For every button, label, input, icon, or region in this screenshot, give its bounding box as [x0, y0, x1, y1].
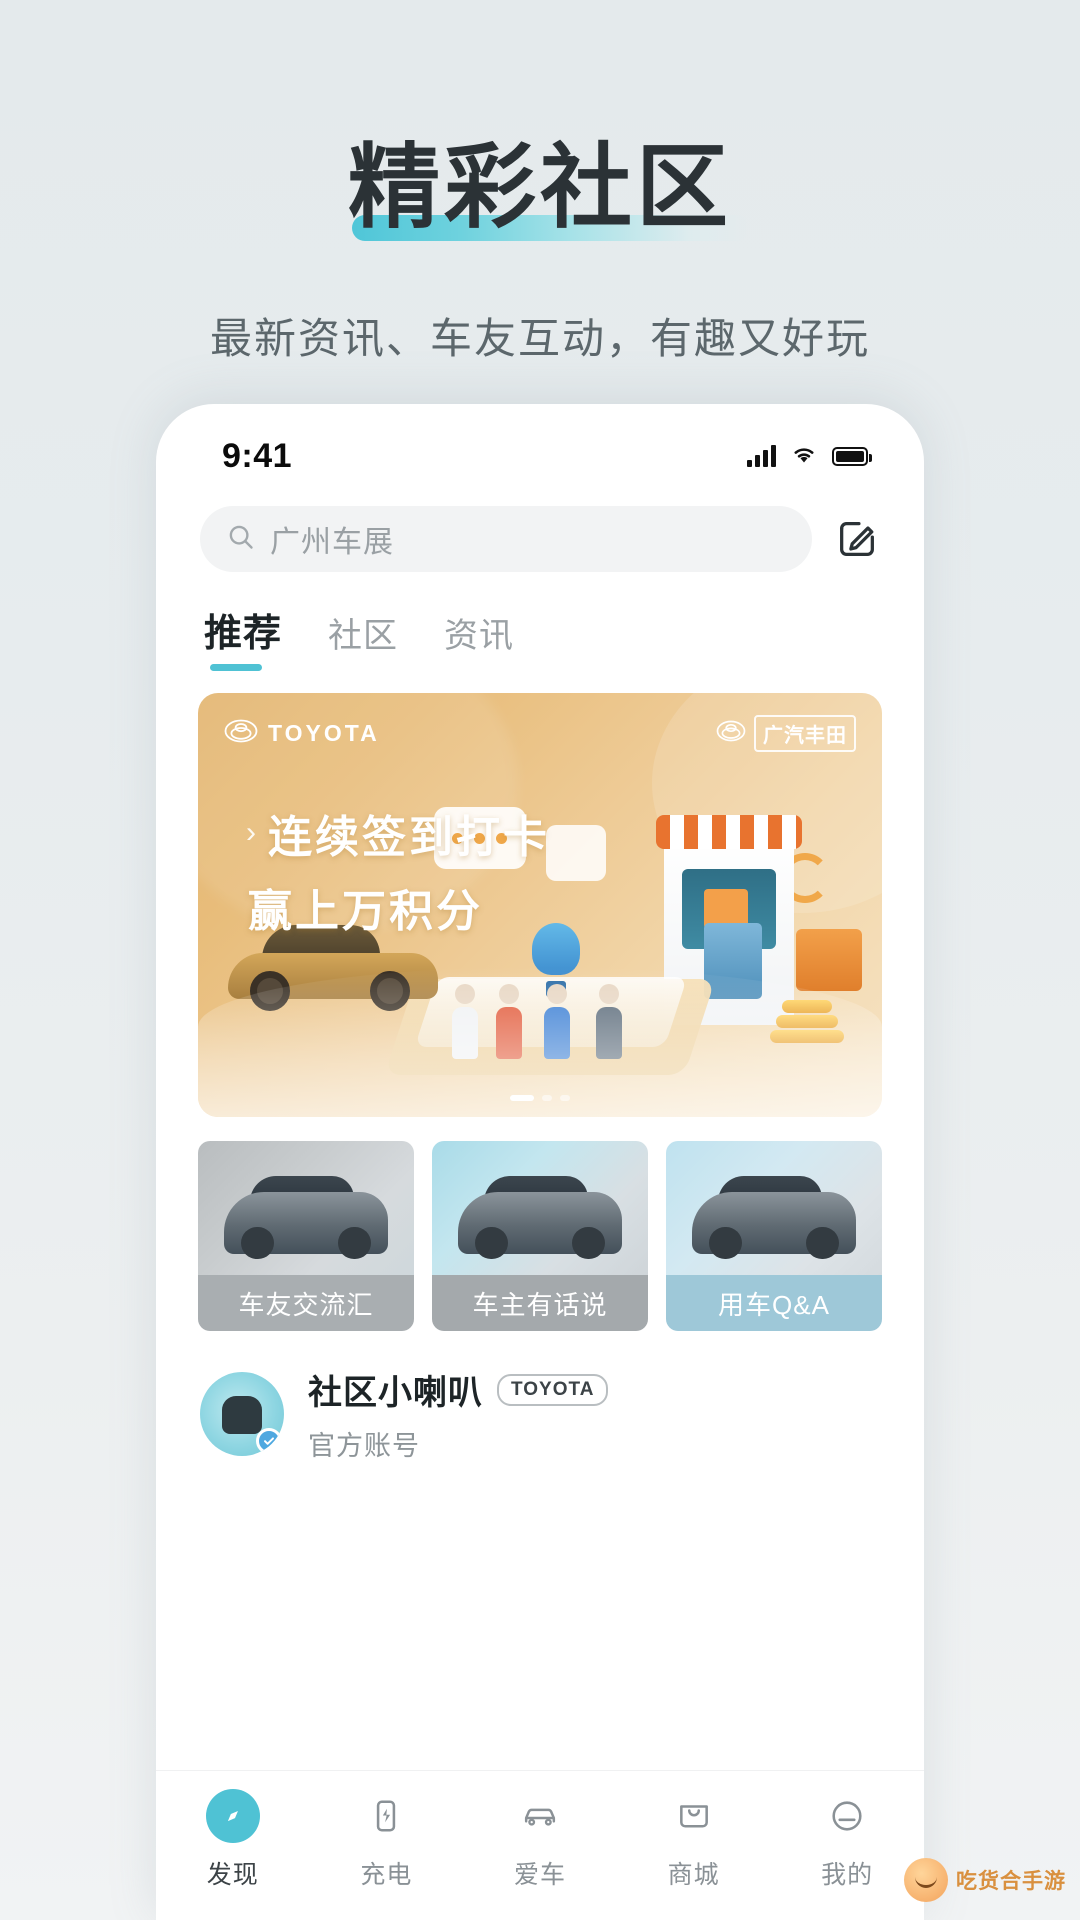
dot-3[interactable] — [560, 1095, 570, 1101]
charging-bolt-icon — [359, 1789, 413, 1843]
tab-recommended[interactable]: 推荐 — [204, 602, 282, 671]
battery-full-icon — [832, 446, 872, 466]
status-icons — [747, 443, 872, 470]
wifi-icon — [790, 443, 818, 470]
search-row: 广州车展 — [156, 490, 924, 572]
card-image-1 — [198, 1141, 414, 1275]
toyota-logo-icon — [224, 719, 258, 748]
card-yong-che-qa[interactable]: 用车Q&A — [666, 1141, 882, 1331]
banner-headline-line1: 连续签到打卡 — [268, 813, 550, 862]
verified-badge-icon — [256, 1428, 282, 1454]
avatar[interactable] — [200, 1372, 284, 1456]
promo-banner[interactable]: TOYOTA 广汽丰田 › 连续签到打卡 赢上万积分 — [198, 693, 882, 1117]
tabbar-item-shop[interactable]: 商城 — [617, 1789, 771, 1891]
content-tabs: 推荐 社区 资讯 — [156, 572, 924, 671]
dot-2[interactable] — [542, 1095, 552, 1101]
card-image-3 — [666, 1141, 882, 1275]
gac-toyota-brand: 广汽丰田 — [716, 715, 856, 752]
account-text: 社区小喇叭 TOYOTA 官方账号 — [308, 1365, 609, 1463]
tabbar-item-mycar[interactable]: 爱车 — [463, 1789, 617, 1891]
toyota-brand: TOYOTA — [224, 719, 380, 748]
banner-headline: › 连续签到打卡 赢上万积分 — [246, 801, 550, 939]
card-label-3: 用车Q&A — [666, 1275, 882, 1331]
search-icon — [226, 522, 256, 557]
community-account-row[interactable]: 社区小喇叭 TOYOTA 官方账号 — [156, 1331, 924, 1463]
watermark: 吃货合手游 — [904, 1858, 1066, 1902]
tab-community-label: 社区 — [328, 617, 399, 655]
status-bar: 9:41 — [156, 404, 924, 490]
compass-discover-icon — [205, 1789, 260, 1843]
page-subtitle: 最新资讯、车友互动，有趣又好玩 — [209, 314, 870, 362]
tabbar-label-discover: 发现 — [206, 1861, 259, 1889]
tabbar-label-shop: 商城 — [667, 1861, 720, 1889]
banner-logos: TOYOTA 广汽丰田 — [198, 715, 882, 752]
tabbar-label-mycar: 爱车 — [513, 1861, 566, 1889]
car-icon — [513, 1789, 567, 1843]
bottom-tab-bar: 发现 充电 爱车 商城 我的 — [156, 1770, 924, 1920]
account-brand-tag: TOYOTA — [497, 1373, 609, 1406]
category-cards: 车友交流汇 车主有话说 用车Q&A — [156, 1117, 924, 1331]
community-avatar-icon — [222, 1396, 262, 1434]
card-label-1: 车友交流汇 — [198, 1275, 414, 1331]
hero-section: 精彩社区 最新资讯、车友互动，有趣又好玩 — [0, 0, 1080, 366]
card-label-2: 车主有话说 — [432, 1275, 648, 1331]
search-input[interactable]: 广州车展 — [200, 506, 812, 572]
chevron-right-icon: › — [246, 816, 256, 849]
tabbar-label-charging: 充电 — [360, 1861, 413, 1889]
shop-awning — [656, 815, 802, 849]
card-image-2 — [432, 1141, 648, 1275]
tabbar-item-profile[interactable]: 我的 — [770, 1789, 924, 1891]
search-bubble-icon — [546, 825, 606, 881]
status-time: 9:41 — [222, 436, 293, 475]
gift-box-icon — [796, 929, 862, 991]
account-name: 社区小喇叭 — [308, 1374, 483, 1412]
tabbar-label-profile: 我的 — [821, 1861, 874, 1889]
phone-mockup: 9:41 广州车展 推荐 社区 资讯 TOYOTA 广汽丰田 › 连续签到打卡 … — [156, 404, 924, 1920]
watermark-face-icon — [904, 1858, 948, 1902]
tabbar-item-discover[interactable]: 发现 — [156, 1789, 310, 1891]
tabbar-item-charging[interactable]: 充电 — [310, 1789, 464, 1891]
compose-edit-icon[interactable] — [834, 516, 880, 562]
tab-recommended-label: 推荐 — [204, 613, 283, 655]
signal-bars-icon — [747, 445, 776, 467]
tab-community[interactable]: 社区 — [328, 608, 398, 671]
card-che-zhu-you-hua-shuo[interactable]: 车主有话说 — [432, 1141, 648, 1331]
watermark-text: 吃货合手游 — [956, 1870, 1066, 1893]
banner-pagination-dots[interactable] — [198, 1095, 882, 1101]
gac-toyota-logo-icon — [716, 720, 746, 747]
profile-icon — [820, 1789, 874, 1843]
page-title-wrap: 精彩社区 — [347, 137, 750, 241]
card-che-you-jiao-liu-hui[interactable]: 车友交流汇 — [198, 1141, 414, 1331]
search-input-value: 广州车展 — [270, 526, 394, 559]
gac-toyota-text: 广汽丰田 — [754, 715, 856, 752]
tab-news-label: 资讯 — [444, 617, 515, 655]
toyota-brand-text: TOYOTA — [268, 720, 380, 746]
shop-bag-icon — [667, 1789, 721, 1843]
page-title: 精彩社区 — [347, 137, 732, 239]
account-subtitle: 官方账号 — [308, 1431, 420, 1461]
dot-1[interactable] — [510, 1095, 534, 1101]
tab-news[interactable]: 资讯 — [444, 608, 514, 671]
banner-headline-line2: 赢上万积分 — [248, 887, 483, 936]
